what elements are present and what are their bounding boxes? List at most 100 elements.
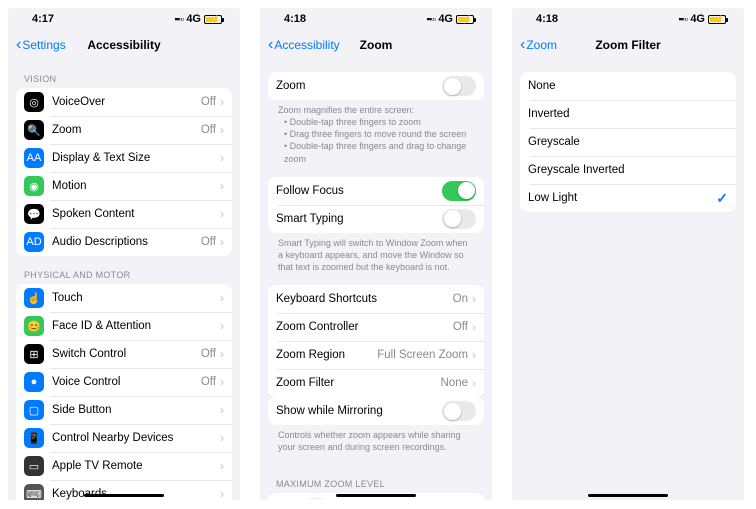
option-low-light[interactable]: Low Light✓ (520, 184, 736, 212)
battery-icon: ⚡ (456, 15, 474, 24)
status-bar: 4:17 ▪▪▫▫ 4G ⚡ (8, 8, 240, 30)
row-label: Audio Descriptions (52, 236, 201, 248)
row-zoom-controller[interactable]: Zoom ControllerOff › (268, 313, 484, 341)
settings-group: ☝Touch› 😊 Face ID & Attention › ⊞Switch Cont… (16, 284, 232, 500)
nav-back-button[interactable]: ‹ Settings (16, 37, 66, 53)
home-indicator[interactable] (84, 494, 164, 497)
row-label: VoiceOver (52, 96, 201, 108)
status-bar: 4:18 ▪▪▫▫ 4G ⚡ (260, 8, 492, 30)
chevron-right-icon: › (220, 487, 224, 500)
row-label: Zoom Filter (276, 377, 441, 389)
chevron-right-icon: › (220, 123, 224, 137)
chevron-right-icon: › (220, 179, 224, 193)
audio-desc-icon: AD (24, 232, 44, 252)
option-inverted[interactable]: Inverted (520, 100, 736, 128)
text-size-icon: AA (24, 148, 44, 168)
row-zoom[interactable]: 🔍ZoomOff› (16, 116, 232, 144)
row-audio-descriptions[interactable]: ADAudio DescriptionsOff› (16, 228, 232, 256)
row-touch[interactable]: ☝Touch› (16, 284, 232, 312)
chevron-right-icon: › (220, 95, 224, 109)
row-zoom-toggle[interactable]: Zoom (268, 72, 484, 100)
toggle-switch[interactable] (442, 76, 476, 96)
row-value: Off (201, 124, 216, 136)
nav-back-button[interactable]: ‹ Accessibility (268, 37, 340, 53)
toggle-switch[interactable] (442, 401, 476, 421)
settings-group: ◎VoiceOverOff›🔍ZoomOff›AADisplay & Text … (16, 88, 232, 256)
home-indicator[interactable] (588, 494, 668, 497)
toggle-switch[interactable] (442, 209, 476, 229)
row-zoom-region[interactable]: Zoom RegionFull Screen Zoom› (268, 341, 484, 369)
option-greyscale[interactable]: Greyscale (520, 128, 736, 156)
toggle-switch[interactable] (442, 181, 476, 201)
chevron-right-icon: › (472, 320, 476, 334)
row-label: Follow Focus (276, 185, 442, 197)
status-right: ▪▪▫▫ 4G ⚡ (427, 13, 474, 25)
row-faceid-attention[interactable]: 😊Face ID & Attention› (16, 312, 232, 340)
status-right: ▪▪▫▫ 4G ⚡ (175, 13, 222, 25)
chevron-left-icon: ‹ (16, 37, 21, 53)
option-label: Inverted (528, 108, 728, 120)
content-scroll[interactable]: VISION◎VoiceOverOff›🔍ZoomOff›AADisplay &… (8, 60, 240, 500)
chevron-right-icon: › (472, 348, 476, 362)
option-label: Greyscale Inverted (528, 164, 728, 176)
row-label: Voice Control (52, 376, 201, 388)
voice-control-icon: ● (24, 372, 44, 392)
signal-icon: ▪▪▫▫ (679, 14, 688, 24)
row-follow-focus[interactable]: Follow Focus (268, 177, 484, 205)
home-indicator[interactable] (336, 494, 416, 497)
option-label: Greyscale (528, 136, 728, 148)
row-side-button[interactable]: ▢Side Button› (16, 396, 232, 424)
row-label: Smart Typing (276, 213, 442, 225)
battery-icon: ⚡ (204, 15, 222, 24)
row-keyboards[interactable]: ⌨Keyboards› (16, 480, 232, 500)
chevron-right-icon: › (220, 235, 224, 249)
row-motion[interactable]: ◉Motion› (16, 172, 232, 200)
chevron-right-icon: › (220, 151, 224, 165)
content-scroll[interactable]: ZoomZoom magnifies the entire screen:Dou… (260, 60, 492, 500)
row-display-text-size[interactable]: AADisplay & Text Size› (16, 144, 232, 172)
row-apple-tv-remote[interactable]: ▭Apple TV Remote› (16, 452, 232, 480)
row-value: Off (201, 348, 216, 360)
option-label: Low Light (528, 192, 716, 204)
content-scroll[interactable]: None Inverted Greyscale Greyscale Inverted L… (512, 60, 744, 500)
nav-back-button[interactable]: ‹ Zoom (520, 37, 557, 53)
chevron-right-icon: › (472, 376, 476, 390)
chevron-right-icon: › (472, 292, 476, 306)
status-time: 4:17 (32, 13, 54, 25)
row-keyboard-shortcuts[interactable]: Keyboard ShortcutsOn› (268, 285, 484, 313)
row-value: None (441, 377, 469, 389)
nav-back-label: Accessibility (274, 38, 339, 52)
row-zoom-filter[interactable]: Zoom FilterNone› (268, 369, 484, 397)
row-voice-control[interactable]: ●Voice ControlOff› (16, 368, 232, 396)
row-switch-control[interactable]: ⊞Switch ControlOff› (16, 340, 232, 368)
speech-icon: 💬 (24, 204, 44, 224)
chevron-right-icon: › (220, 207, 224, 221)
row-spoken-content[interactable]: 💬Spoken Content› (16, 200, 232, 228)
row-label: Motion (52, 180, 220, 192)
network-label: 4G (186, 13, 201, 25)
switch-icon: ⊞ (24, 344, 44, 364)
row-value: Off (201, 376, 216, 388)
row-show-while-mirroring[interactable]: Show while Mirroring (268, 397, 484, 425)
signal-icon: ▪▪▫▫ (175, 14, 184, 24)
nav-bar: ‹ Zoom Zoom Filter (512, 30, 744, 60)
options-group: None Inverted Greyscale Greyscale Inverted L… (520, 72, 736, 212)
faceid-icon: 😊 (24, 316, 44, 336)
nav-bar: ‹ Accessibility Zoom (260, 30, 492, 60)
row-smart-typing[interactable]: Smart Typing (268, 205, 484, 233)
section-header: PHYSICAL AND MOTOR (16, 256, 232, 284)
row-label: Face ID & Attention (52, 320, 220, 332)
nav-bar: ‹ Settings Accessibility (8, 30, 240, 60)
row-label: Zoom Region (276, 349, 377, 361)
option-greyscale-inverted[interactable]: Greyscale Inverted (520, 156, 736, 184)
footer-text: Zoom magnifies the entire screen:Double-… (268, 100, 484, 165)
row-value: Off (453, 321, 468, 333)
footer-text: Controls whether zoom appears while shar… (268, 425, 484, 453)
row-label: Zoom Controller (276, 321, 453, 333)
option-none[interactable]: None (520, 72, 736, 100)
row-control-nearby[interactable]: 📱Control Nearby Devices› (16, 424, 232, 452)
row-voiceover[interactable]: ◎VoiceOverOff› (16, 88, 232, 116)
row-value: Off (201, 96, 216, 108)
chevron-right-icon: › (220, 459, 224, 473)
row-label: Apple TV Remote (52, 460, 220, 472)
